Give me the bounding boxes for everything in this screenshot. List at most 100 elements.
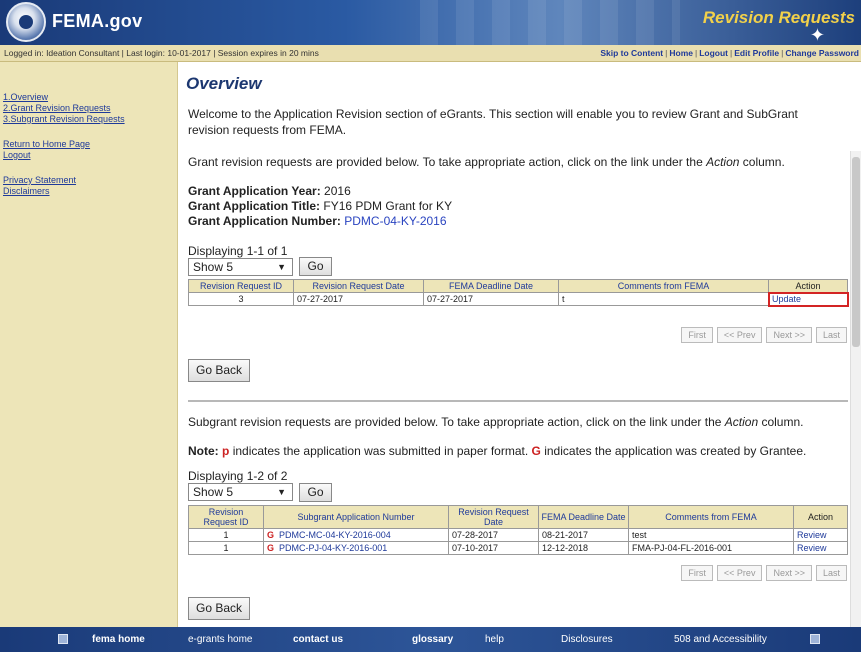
grantee-mark: G: [267, 529, 275, 540]
cell-comments: test: [628, 528, 794, 542]
cell-request-id: 1: [188, 528, 264, 542]
update-link[interactable]: Update: [772, 294, 801, 304]
subgrant-pager: First << Prev Next >> Last: [677, 565, 847, 581]
cell-request-id: 3: [188, 292, 294, 306]
vertical-scrollbar[interactable]: [850, 151, 861, 627]
grantee-mark: G: [267, 542, 275, 553]
col-header[interactable]: Revision Request Date: [293, 279, 424, 293]
col-header[interactable]: Revision Request Date: [448, 505, 539, 529]
welcome-text: Welcome to the Application Revision sect…: [188, 107, 798, 137]
col-header[interactable]: FEMA Deadline Date: [423, 279, 559, 293]
grant-display-count: Displaying 1-1 of 1: [188, 244, 288, 258]
app-title-label: Grant Application Title:: [188, 199, 321, 213]
flag-banner: [420, 0, 680, 45]
sidebar-item-grant-revisions[interactable]: 2.Grant Revision Requests: [0, 103, 177, 114]
subgrant-number-link[interactable]: PDMC-MC-04-KY-2016-004: [279, 530, 391, 540]
subgrant-go-button[interactable]: Go: [299, 483, 332, 502]
table-header-row: Revision Request ID Subgrant Application…: [188, 505, 848, 529]
pager-first[interactable]: First: [681, 565, 713, 581]
sidebar-item-disclaimers[interactable]: Disclaimers: [0, 186, 177, 197]
col-header: Action: [768, 279, 848, 293]
section-divider: [188, 400, 848, 402]
col-header[interactable]: Comments from FEMA: [558, 279, 769, 293]
pager-prev[interactable]: << Prev: [716, 327, 763, 343]
edit-profile-link[interactable]: Edit Profile: [734, 48, 779, 58]
chevron-down-icon: ▼: [277, 487, 286, 497]
home-link[interactable]: Home: [669, 48, 693, 58]
site-header: FEMA.gov Revision Requests ✦: [0, 0, 861, 45]
footer-disclosures[interactable]: Disclosures: [561, 627, 613, 652]
footer-help[interactable]: help: [485, 627, 504, 652]
footer-egrants-home[interactable]: e-grants home: [188, 627, 252, 652]
site-footer: fema home e-grants home contact us gloss…: [0, 627, 861, 652]
review-link[interactable]: Review: [797, 530, 827, 540]
pager-prev[interactable]: << Prev: [716, 565, 763, 581]
dhs-seal-icon: [6, 2, 46, 42]
cell-comments: FMA-PJ-04-FL-2016-001: [628, 541, 794, 555]
cell-action: Review: [793, 528, 848, 542]
sidebar-item-privacy[interactable]: Privacy Statement: [0, 175, 177, 186]
skip-to-content-link[interactable]: Skip to Content: [600, 48, 663, 58]
sidebar-item-subgrant-revisions[interactable]: 3.Subgrant Revision Requests: [0, 114, 177, 125]
pager-last[interactable]: Last: [815, 327, 847, 343]
cell-request-date: 07-10-2017: [448, 541, 539, 555]
table-row: 3 07-27-2017 07-27-2017 t Update: [188, 291, 849, 307]
sidebar-item-overview[interactable]: 1.Overview: [0, 92, 177, 103]
col-header[interactable]: Revision Request ID: [188, 505, 264, 529]
review-link[interactable]: Review: [797, 543, 827, 553]
note-text: Note: p indicates the application was su…: [188, 444, 807, 458]
footer-contact-us[interactable]: contact us: [293, 627, 343, 652]
subgrant-display-count: Displaying 1-2 of 2: [188, 469, 288, 483]
star-icon: ✦: [809, 25, 825, 45]
cell-request-date: 07-27-2017: [293, 292, 424, 306]
sidebar-item-logout[interactable]: Logout: [0, 150, 177, 161]
grant-intro: Grant revision requests are provided bel…: [188, 155, 785, 169]
subgrant-revision-table: Revision Request ID Subgrant Application…: [188, 505, 848, 555]
grant-show-select[interactable]: Show 5 ▼: [188, 258, 293, 276]
pager-first[interactable]: First: [681, 327, 713, 343]
logout-link[interactable]: Logout: [699, 48, 728, 58]
grant-revision-table: Revision Request ID Revision Request Dat…: [188, 279, 849, 307]
sidebar: 1.Overview 2.Grant Revision Requests 3.S…: [0, 62, 178, 627]
grant-go-button[interactable]: Go: [299, 257, 332, 276]
footer-glossary[interactable]: glossary: [412, 627, 453, 652]
pager-next[interactable]: Next >>: [766, 327, 812, 343]
grant-go-back-button[interactable]: Go Back: [188, 359, 250, 382]
cell-action: Update: [767, 291, 849, 307]
pager-next[interactable]: Next >>: [766, 565, 812, 581]
status-bar: Logged in: Ideation Consultant | Last lo…: [0, 45, 861, 62]
change-password-link[interactable]: Change Password: [785, 48, 859, 58]
subgrant-show-select[interactable]: Show 5 ▼: [188, 483, 293, 501]
col-header[interactable]: Comments from FEMA: [628, 505, 794, 529]
cell-subgrant-number: G PDMC-MC-04-KY-2016-004: [263, 528, 449, 542]
square-icon: [810, 634, 820, 644]
section-title: Revision Requests: [702, 8, 855, 27]
grant-pager: First << Prev Next >> Last: [677, 327, 847, 343]
table-row: 1 G PDMC-MC-04-KY-2016-004 07-28-2017 08…: [188, 528, 848, 542]
login-status: Logged in: Ideation Consultant | Last lo…: [4, 48, 319, 58]
scrollbar-thumb[interactable]: [852, 157, 860, 347]
cell-deadline: 12-12-2018: [538, 541, 629, 555]
col-header[interactable]: Revision Request ID: [188, 279, 294, 293]
subgrant-intro: Subgrant revision requests are provided …: [188, 415, 804, 429]
cell-request-date: 07-28-2017: [448, 528, 539, 542]
grantee-mark: G: [531, 444, 541, 458]
cell-action: Review: [793, 541, 848, 555]
square-icon: [58, 634, 68, 644]
subgrant-go-back-button[interactable]: Go Back: [188, 597, 250, 620]
sidebar-item-return-home[interactable]: Return to Home Page: [0, 139, 177, 150]
footer-fema-home[interactable]: fema home: [92, 627, 145, 652]
cell-deadline: 07-27-2017: [423, 292, 559, 306]
cell-request-id: 1: [188, 541, 264, 555]
footer-accessibility[interactable]: 508 and Accessibility: [674, 627, 767, 652]
utility-links: Skip to Content | Home | Logout | Edit Profile…: [600, 48, 859, 58]
year-label: Grant Application Year:: [188, 184, 321, 198]
site-brand[interactable]: FEMA.gov: [52, 11, 142, 32]
cell-comments: t: [558, 292, 769, 306]
col-header[interactable]: FEMA Deadline Date: [538, 505, 629, 529]
pager-last[interactable]: Last: [815, 565, 847, 581]
grant-info: Grant Application Year: 2016 Grant Appli…: [188, 184, 838, 229]
col-header[interactable]: Subgrant Application Number: [263, 505, 449, 529]
subgrant-number-link[interactable]: PDMC-PJ-04-KY-2016-001: [279, 543, 387, 553]
app-number-link[interactable]: PDMC-04-KY-2016: [344, 214, 446, 228]
